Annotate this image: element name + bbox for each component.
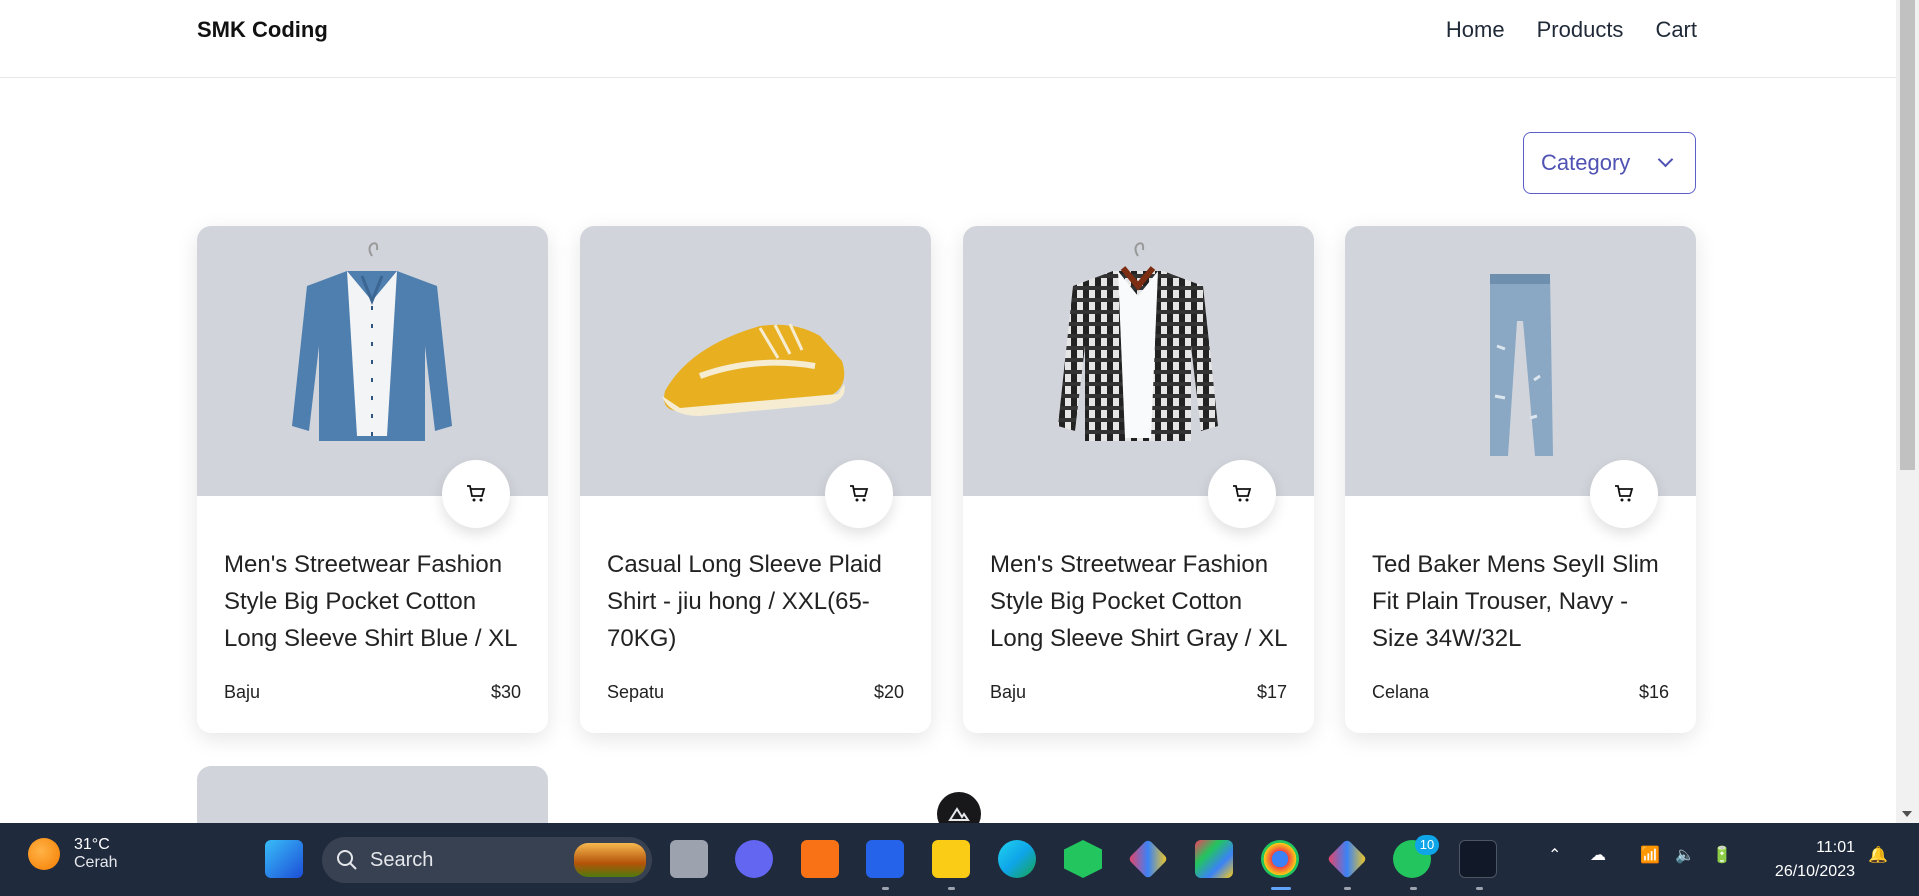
running-indicator [1476,887,1483,890]
active-indicator [1271,887,1291,890]
product-price: $30 [490,682,521,702]
cart-icon [1233,485,1252,502]
system-clock[interactable]: 11:01 26/10/2023 [1775,836,1855,884]
volume-icon[interactable]: 🔈 [1675,845,1695,865]
product-card[interactable]: Men's Streetwear Fashion Style Big Pocke… [963,226,1314,733]
add-to-cart-button[interactable] [442,460,510,528]
product-meta: Sepatu $20 [607,682,904,703]
product-meta: Baju $17 [990,682,1287,703]
nav-cart-link[interactable]: Cart [1655,17,1697,43]
blue-jeans-image [1490,274,1553,456]
main-nav: Home Products Cart [1446,17,1697,43]
scroll-down-arrow-icon[interactable] [1902,811,1912,817]
weather-temp: 31°C [74,836,110,853]
terminal-icon[interactable] [1459,840,1497,878]
category-label: Category [1541,150,1631,175]
clock-date: 26/10/2023 [1774,863,1855,880]
running-indicator [882,887,889,890]
vertical-scrollbar[interactable] [1896,0,1919,823]
search-icon [337,850,357,870]
running-indicator [948,887,955,890]
teams-meet-icon[interactable] [735,840,773,878]
product-category: Sepatu [607,682,665,702]
yellow-sneaker-image [662,323,845,416]
running-indicator [1344,887,1351,890]
git-tool-icon[interactable] [1127,838,1169,880]
battery-icon[interactable]: 🔋 [1712,845,1732,865]
product-title[interactable]: Men's Streetwear Fashion Style Big Pocke… [990,546,1290,657]
blue-denim-shirt-image [292,242,452,441]
nav-products-link[interactable]: Products [1537,17,1624,43]
product-card[interactable]: Casual Long Sleeve Plaid Shirt - jiu hon… [580,226,931,733]
nodejs-icon[interactable] [1064,840,1102,878]
product-image[interactable] [1345,226,1696,496]
devtools-icon[interactable] [937,792,981,823]
add-to-cart-button[interactable] [1590,460,1658,528]
cloud-sync-error-icon[interactable]: ☁ [1590,845,1606,865]
task-view-icon[interactable] [670,840,708,878]
browser-viewport: SMK Coding Home Products Cart Category M… [0,0,1896,823]
scrollbar-thumb[interactable] [1900,0,1915,470]
notification-icon[interactable]: 🔔 [1868,845,1888,865]
product-category: Baju [990,682,1027,702]
cart-icon [850,485,869,502]
cart-icon [467,485,486,502]
product-meta: Baju $30 [224,682,521,703]
product-category: Baju [224,682,261,702]
brand-logo[interactable]: SMK Coding [197,17,328,43]
site-header: SMK Coding Home Products Cart [0,0,1896,78]
taskbar-search[interactable]: Search [322,837,652,883]
nav-home-link[interactable]: Home [1446,17,1505,43]
product-category: Celana [1372,682,1430,702]
product-title[interactable]: Casual Long Sleeve Plaid Shirt - jiu hon… [607,546,907,657]
product-image[interactable] [580,226,931,496]
product-price: $20 [873,682,904,702]
search-placeholder: Search [370,848,434,871]
product-title[interactable]: Ted Baker Mens SeylI Slim Fit Plain Trou… [1372,546,1672,657]
weather-desc: Cerah [74,854,118,871]
search-highlight-image [574,843,646,877]
chevron-down-icon [1657,151,1674,168]
weather-widget[interactable]: 31°C Cerah [28,836,118,872]
edge-icon[interactable] [998,840,1036,878]
file-explorer-icon[interactable] [932,840,970,878]
running-indicator [1410,887,1417,890]
product-price: $16 [1638,682,1669,702]
chrome-icon[interactable] [1261,840,1299,878]
product-meta: Celana $16 [1372,682,1669,703]
product-card[interactable]: Men's Streetwear Fashion Style Big Pocke… [197,226,548,733]
plaid-shirt-image [1058,242,1218,441]
product-card-partial[interactable] [197,766,548,823]
product-image[interactable] [197,226,548,496]
add-to-cart-button[interactable] [1208,460,1276,528]
wifi-icon[interactable]: 📶 [1640,845,1660,865]
fork-git-icon[interactable] [1326,838,1368,880]
product-image[interactable] [963,226,1314,496]
category-dropdown[interactable]: Category [1523,132,1696,194]
chevron-up-icon[interactable]: ⌃ [1548,845,1561,865]
clock-time: 11:01 [1816,839,1855,856]
product-card[interactable]: Ted Baker Mens SeylI Slim Fit Plain Trou… [1345,226,1696,733]
vscode-icon[interactable] [866,840,904,878]
product-price: $17 [1256,682,1287,702]
sun-icon [28,838,60,870]
add-to-cart-button[interactable] [825,460,893,528]
whatsapp-badge: 10 [1415,835,1439,855]
xampp-icon[interactable] [801,840,839,878]
product-title[interactable]: Men's Streetwear Fashion Style Big Pocke… [224,546,524,657]
windows-start-icon[interactable] [265,840,303,878]
microsoft-store-icon[interactable] [1195,840,1233,878]
taskbar: 31°C Cerah Search 10 ⌃ ☁ 📶 🔈 🔋 11:01 26/… [0,823,1919,896]
cart-icon [1615,485,1634,502]
